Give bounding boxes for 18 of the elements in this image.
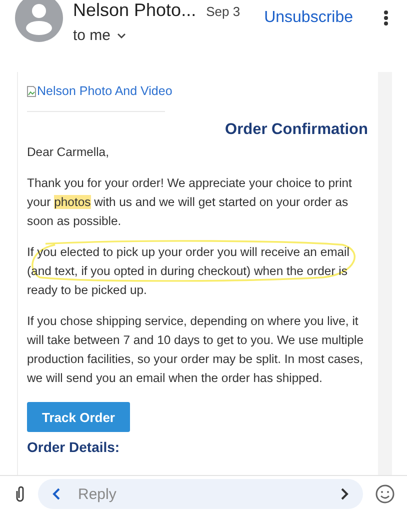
- body-paragraph: Thank you for your order! We appreciate your choice to print your photos with us and we will get started on your order as soon as possible.: [27, 175, 353, 230]
- logo-link[interactable]: Nelson Photo And Video: [27, 82, 172, 101]
- broken-image-icon: [27, 86, 36, 97]
- greeting-text: Dear Carmella,: [27, 144, 110, 161]
- reply-field[interactable]: Reply: [38, 479, 363, 509]
- chevron-down-icon[interactable]: [116, 32, 126, 38]
- unsubscribe-link[interactable]: Unsubscribe: [264, 9, 353, 27]
- order-heading: Order Confirmation: [225, 120, 368, 139]
- track-order-button[interactable]: Track Order: [27, 402, 130, 432]
- sender-name: Nelson Photo...: [73, 0, 196, 21]
- emoji-icon[interactable]: [375, 484, 395, 504]
- avatar-icon: [15, 0, 63, 42]
- attachment-icon[interactable]: [14, 485, 26, 503]
- more-options-icon[interactable]: [383, 10, 389, 26]
- section-heading: Order Details:: [27, 438, 121, 457]
- email-date: Sep 3: [206, 4, 240, 19]
- body-paragraph: If you chose shipping service, depending on where you live, it will take between 7 and 10 days to get to you. We use multiple production facilities, so your order may be split. In most cases, we will send you an email when the order has shipped.: [27, 313, 364, 387]
- recipient-label: to me: [73, 27, 111, 44]
